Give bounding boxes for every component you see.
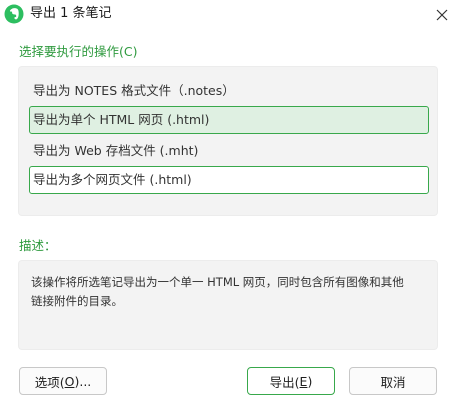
options-heading: 选择要执行的操作(C) (19, 44, 138, 59)
description-heading: 描述： (19, 238, 57, 253)
option-export-mht[interactable]: 导出为 Web 存档文件 (.mht) (29, 137, 429, 165)
option-export-single-html[interactable]: 导出为单个 HTML 网页 (.html) (29, 106, 429, 134)
export-button-suffix: ) (307, 373, 313, 389)
options-button-label: 选项( (34, 374, 65, 390)
export-dialog: 导出 1 条笔记 选择要执行的操作(C) 导出为 NOTES 格式文件（.not… (0, 0, 459, 411)
cancel-button-label: 取消 (380, 374, 406, 390)
options-button-suffix: )... (74, 373, 92, 389)
cancel-button[interactable]: 取消 (349, 367, 437, 395)
title-bar: 导出 1 条笔记 (0, 0, 459, 30)
dialog-title: 导出 1 条笔记 (30, 6, 112, 21)
description-panel: 该操作将所选笔记导出为一个单一 HTML 网页，同时包含所有图像和其他 链接附件… (18, 260, 438, 350)
export-button-label: 导出( (269, 374, 300, 390)
options-button[interactable]: 选项(O)... (19, 367, 107, 395)
options-panel: 导出为 NOTES 格式文件（.notes） 导出为单个 HTML 网页 (.h… (18, 66, 438, 216)
close-icon (436, 6, 448, 25)
export-button-accesskey: E (299, 373, 308, 389)
options-button-accesskey: O (64, 373, 75, 389)
option-export-notes[interactable]: 导出为 NOTES 格式文件（.notes） (29, 77, 429, 105)
description-text-line-2: 链接附件的目录。 (31, 294, 123, 308)
evernote-elephant-icon (4, 4, 24, 24)
export-button[interactable]: 导出(E) (247, 367, 335, 395)
description-text-line-1: 该操作将所选笔记导出为一个单一 HTML 网页，同时包含所有图像和其他 (31, 275, 404, 289)
close-button[interactable] (424, 0, 459, 30)
option-export-multiple-html[interactable]: 导出为多个网页文件 (.html) (29, 166, 429, 194)
